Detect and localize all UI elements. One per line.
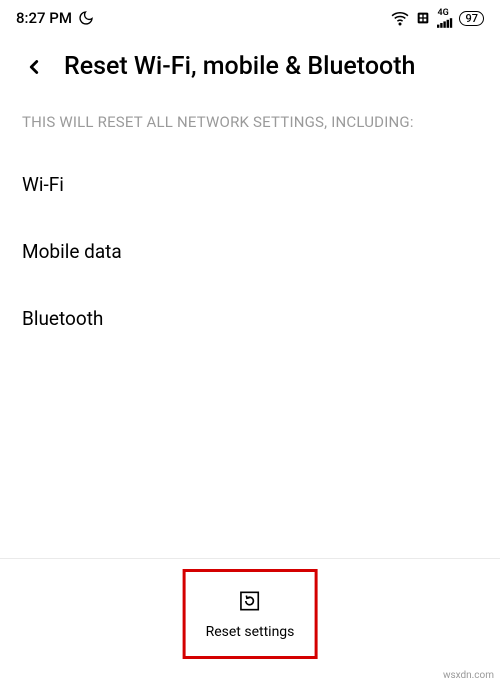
settings-list: Wi-Fi Mobile data Bluetooth (0, 151, 500, 352)
subheader-text: THIS WILL RESET ALL NETWORK SETTINGS, IN… (0, 101, 500, 151)
sim-icon (415, 10, 431, 26)
do-not-disturb-icon (78, 10, 94, 26)
page-title: Reset Wi-Fi, mobile & Bluetooth (64, 52, 415, 81)
status-right: 4G 97 (391, 9, 484, 28)
status-time: 8:27 PM (16, 9, 72, 27)
watermark: wsxdn.com (443, 670, 494, 681)
list-item-bluetooth: Bluetooth (22, 285, 478, 352)
signal-label: 4G (437, 9, 448, 18)
signal-icon: 4G (437, 9, 453, 28)
reset-button-label: Reset settings (206, 624, 295, 640)
list-item-mobile-data: Mobile data (22, 218, 478, 285)
page-header: Reset Wi-Fi, mobile & Bluetooth (0, 36, 500, 101)
list-item-wifi: Wi-Fi (22, 151, 478, 218)
reset-settings-button[interactable]: Reset settings (183, 569, 318, 659)
divider (0, 558, 500, 559)
status-left: 8:27 PM (16, 9, 94, 27)
wifi-icon (391, 9, 409, 27)
battery-level: 97 (459, 11, 484, 26)
back-button[interactable] (22, 55, 46, 79)
reset-icon (237, 588, 263, 614)
status-bar: 8:27 PM 4G (0, 0, 500, 36)
